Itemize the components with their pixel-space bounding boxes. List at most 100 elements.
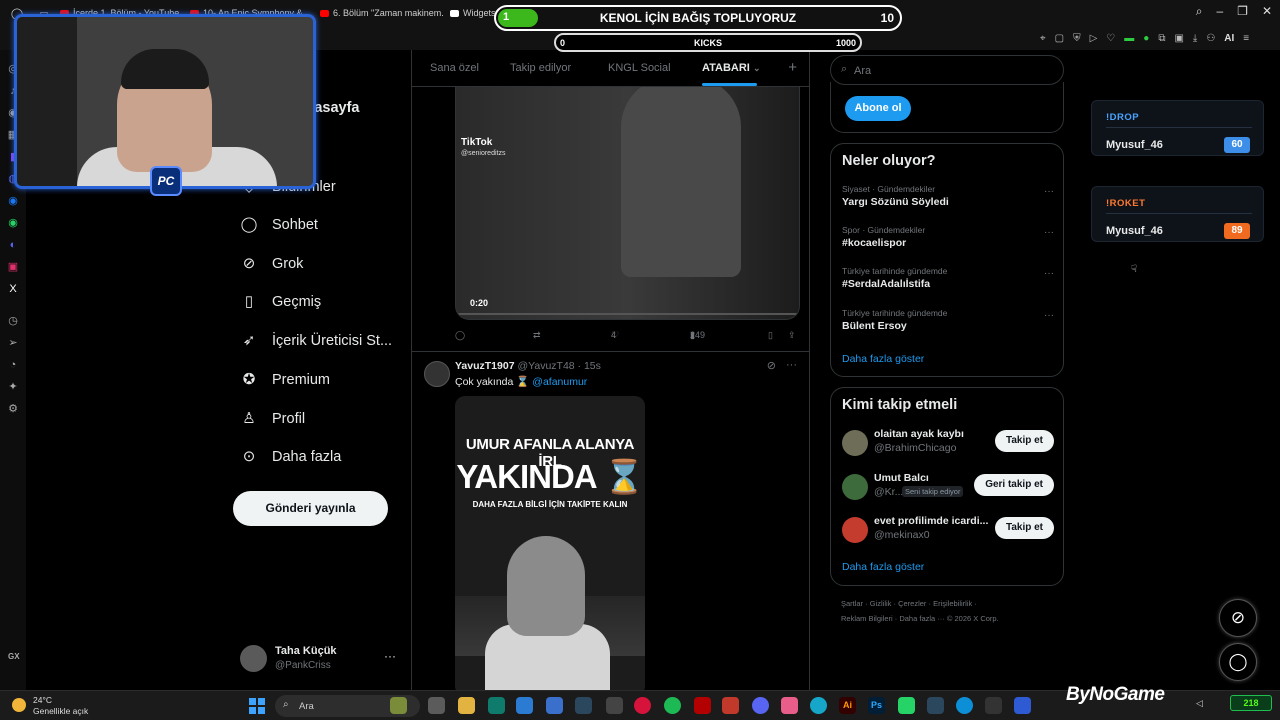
pin-icon[interactable]: ⌖	[1040, 33, 1046, 44]
video-progress-bar[interactable]	[456, 313, 799, 315]
download-icon[interactable]: ⤓	[1193, 33, 1197, 44]
author-name[interactable]: YavuzT1907	[455, 360, 515, 372]
history-icon[interactable]: ◔	[6, 358, 20, 372]
send-icon[interactable]: ➢	[6, 336, 20, 350]
browser-tab-3[interactable]: 6. Bölüm "Zaman makinem...	[314, 0, 444, 26]
instagram-icon[interactable]: ▣	[6, 260, 20, 274]
extensions-icon[interactable]: ⧉	[1158, 33, 1165, 44]
steam-icon[interactable]	[575, 697, 592, 714]
more-options-icon[interactable]: ···	[1044, 310, 1054, 321]
trend-item[interactable]: Spor · Gündemdekiler #kocaelispor ···	[842, 225, 1054, 255]
app-x-icon[interactable]	[722, 697, 739, 714]
add-tab-icon[interactable]: +	[788, 59, 797, 76]
messages-fab-button[interactable]: ◯	[1219, 643, 1257, 681]
shield-icon[interactable]: ⛨	[1073, 33, 1081, 44]
bookmark-icon[interactable]: ▯	[768, 330, 773, 341]
photoshop-icon[interactable]: Ps	[868, 697, 885, 714]
discord-icon[interactable]: ◐	[6, 238, 20, 252]
follow-back-button[interactable]: Geri takip et	[974, 474, 1054, 496]
facebook-messenger-icon[interactable]: ◉	[6, 194, 20, 208]
opera-gx-icon[interactable]	[634, 697, 651, 714]
share-icon[interactable]: ⇪	[788, 330, 796, 341]
grok-fab-button[interactable]: ⊘	[1219, 599, 1257, 637]
maximize-icon[interactable]: ❐	[1237, 4, 1248, 19]
trend-item[interactable]: Türkiye tarihinde gündemde #SerdalAdalıİ…	[842, 266, 1054, 296]
search-input[interactable]: ⌕ Ara	[830, 55, 1064, 85]
trend-item[interactable]: Siyaset · Gündemdekiler Yargı Sözünü Söy…	[842, 184, 1054, 214]
menu-icon[interactable]: ≡	[1243, 33, 1249, 44]
app-icon[interactable]	[985, 697, 1002, 714]
tweet-video[interactable]: TikTok @senioreditzs 0:20	[455, 87, 800, 320]
follow-suggestion[interactable]: Umut Balcı @Kr... Seni takip ediyor Geri…	[842, 472, 1054, 504]
subscribe-button[interactable]: Abone ol	[845, 96, 911, 121]
nav-item-more[interactable]: ⊙ Daha fazla	[240, 444, 342, 470]
play-icon[interactable]: ▷	[1090, 33, 1098, 44]
mention-link[interactable]: @afanumur	[532, 376, 587, 388]
close-icon[interactable]: ✕	[1262, 4, 1272, 19]
post-button[interactable]: Gönderi yayınla	[233, 491, 388, 526]
wallet-icon[interactable]: ▣	[1174, 33, 1183, 44]
nav-item-premium[interactable]: ✪ Premium	[240, 367, 330, 393]
extension-circle-icon[interactable]: ●	[1143, 33, 1149, 44]
illustrator-icon[interactable]: Ai	[839, 697, 856, 714]
nav-item-chat[interactable]: ◯ Sohbet	[240, 212, 318, 238]
speaker-icon[interactable]: ◁	[1196, 698, 1203, 709]
follow-button[interactable]: Takip et	[994, 430, 1054, 452]
more-options-icon[interactable]: ···	[1044, 186, 1054, 197]
follow-suggestion[interactable]: olaitan ayak kaybı @BrahimChicago Takip …	[842, 428, 1054, 460]
discord-icon[interactable]	[752, 697, 769, 714]
follow-button[interactable]: Takip et	[994, 517, 1054, 539]
more-options-icon[interactable]: ···	[1044, 227, 1054, 238]
tab-atabari[interactable]: ATABARI ⌄	[702, 62, 760, 74]
extension-green-icon[interactable]: ▬	[1124, 33, 1134, 44]
notepad-icon[interactable]	[488, 697, 505, 714]
more-options-icon[interactable]: ···	[786, 359, 797, 372]
file-explorer-icon[interactable]	[458, 697, 475, 714]
settings-icon[interactable]: ⚙	[6, 402, 20, 416]
tab-following[interactable]: Takip edilyor	[510, 62, 571, 74]
app-pink-icon[interactable]	[781, 697, 798, 714]
nav-item-bookmarks[interactable]: ▯ Geçmiş	[240, 289, 321, 315]
extensions-icon[interactable]: ✦	[6, 380, 20, 394]
task-view-icon[interactable]	[428, 697, 445, 714]
spotify-icon[interactable]	[664, 697, 681, 714]
reply-icon[interactable]: ◯	[455, 330, 465, 341]
x-icon[interactable]: X	[6, 282, 20, 296]
avatar[interactable]	[424, 361, 450, 387]
vscode-icon[interactable]	[516, 697, 533, 714]
tweet-image[interactable]: UMUR AFANLA ALANYA İRL YAKINDA ⌛ DAHA FA…	[455, 396, 645, 690]
search-tabs-icon[interactable]: ⌕	[1196, 4, 1203, 19]
trend-item[interactable]: Türkiye tarihinde gündemde Bülent Ersoy …	[842, 308, 1054, 338]
whatsapp-icon[interactable]	[898, 697, 915, 714]
footer-line[interactable]: Şartlar · Gizlilik · Çerezler · Erişileb…	[841, 596, 1041, 611]
app-red-icon[interactable]	[694, 697, 711, 714]
app-icon[interactable]	[606, 697, 623, 714]
nav-item-profile[interactable]: ♙ Profil	[240, 406, 305, 432]
retweet-icon[interactable]: ⇄	[533, 330, 541, 341]
ea-icon[interactable]	[1014, 697, 1031, 714]
edge-icon[interactable]	[956, 697, 973, 714]
follow-suggestion[interactable]: evet profilimde icardi... @mekinax0 Taki…	[842, 515, 1054, 547]
windows-start-icon[interactable]	[249, 698, 265, 714]
steam-icon[interactable]	[927, 697, 944, 714]
author-handle[interactable]: @YavuzT48	[517, 360, 574, 372]
search-highlight-icon[interactable]	[390, 697, 407, 714]
nav-item-creator-studio[interactable]: ➶ İçerik Üreticisi St...	[240, 328, 392, 354]
profile-icon[interactable]: ⚇	[1206, 33, 1215, 44]
more-options-icon[interactable]: ···	[384, 649, 396, 663]
grok-icon[interactable]: ⊘	[767, 359, 776, 372]
minimize-icon[interactable]: –	[1216, 4, 1223, 19]
screenshot-icon[interactable]: ▢	[1055, 33, 1064, 44]
ai-button[interactable]: AI	[1224, 33, 1234, 44]
tab-for-you[interactable]: Sana özel	[430, 62, 479, 74]
trends-show-more-link[interactable]: Daha fazla göster	[842, 353, 924, 365]
footer-line[interactable]: Reklam Bilgileri · Daha fazla ··· © 2026…	[841, 611, 1041, 626]
tweet-time[interactable]: · 15s	[578, 360, 601, 372]
whatsapp-icon[interactable]: ◉	[6, 216, 20, 230]
app-cyan-icon[interactable]	[810, 697, 827, 714]
nav-item-grok[interactable]: ⊘ Grok	[240, 251, 304, 277]
store-icon[interactable]	[546, 697, 563, 714]
more-options-icon[interactable]: ···	[1044, 268, 1054, 279]
account-switcher[interactable]: Taha Küçük @PankCriss ···	[240, 643, 400, 675]
heart-icon[interactable]: ♡	[1106, 33, 1115, 44]
